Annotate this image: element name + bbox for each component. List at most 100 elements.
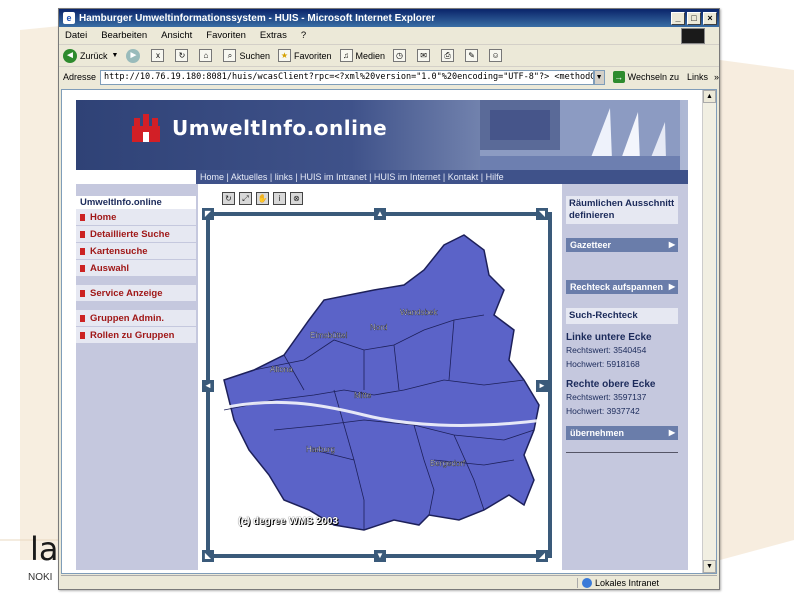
edit-icon: ✎	[465, 49, 479, 62]
info-icon[interactable]: i	[273, 192, 286, 205]
map-frame[interactable]: Wandsbek Eimsbüttel Nord Altona Mitte Ha…	[206, 212, 552, 558]
menu-extras[interactable]: Extras	[260, 30, 287, 41]
go-arrow-icon: →	[612, 71, 625, 83]
minimize-button[interactable]: _	[671, 11, 685, 25]
pan-northeast-icon[interactable]: ◥	[536, 208, 548, 220]
huis-page: UmweltInfo.online Home | Aktuelles | lin…	[76, 100, 688, 570]
media-label: Medien	[355, 50, 386, 61]
pan-south-icon[interactable]: ▼	[374, 550, 386, 562]
scroll-up-icon[interactable]: ▲	[703, 90, 716, 103]
search-panel: Räumlichen Ausschnitt definieren Gazette…	[566, 196, 678, 453]
window-title: Hamburger Umweltinformationssystem - HUI…	[79, 12, 436, 24]
pan-southwest-icon[interactable]: ◣	[202, 550, 214, 562]
toolbar: ◄ Zurück ▼ ► x ↻ ⌂ ⌕ Suchen ★ Favoriten …	[59, 45, 719, 67]
links-expand-icon[interactable]: »	[714, 72, 719, 82]
nav-item-roles-to-groups[interactable]: Rollen zu Gruppen	[76, 327, 196, 344]
refresh-icon: ↻	[175, 49, 189, 62]
banner-photo	[480, 100, 680, 170]
media-button[interactable]: ♫ Medien	[339, 49, 386, 62]
top-navigation[interactable]: Home | Aktuelles | links | HUIS im Intra…	[196, 170, 688, 184]
span-rectangle-button[interactable]: Rechteck aufspannen	[566, 280, 678, 294]
menu-help[interactable]: ?	[301, 30, 306, 41]
media-icon: ♫	[339, 49, 353, 62]
menu-bearbeiten[interactable]: Bearbeiten	[101, 30, 147, 41]
leftnav-group-admin: Gruppen Admin. Rollen zu Gruppen	[76, 310, 196, 344]
apply-button[interactable]: übernehmen	[566, 426, 678, 440]
address-label: Adresse	[63, 72, 97, 82]
star-icon: ★	[277, 49, 291, 62]
left-navigation: UmweltInfo.online Home Detaillierte Such…	[76, 196, 196, 352]
map-toolbar: ↻ ⤢ ✋ i ⊗	[222, 192, 307, 205]
pan-northwest-icon[interactable]: ◤	[202, 208, 214, 220]
gazetteer-button[interactable]: Gazetteer	[566, 238, 678, 252]
menu-datei[interactable]: Datei	[65, 30, 87, 41]
url-dropdown-icon[interactable]: ▼	[593, 69, 605, 85]
url-input[interactable]: http://10.76.19.180:8081/huis/wcasClient…	[100, 69, 594, 85]
leftnav-group-main: Home Detaillierte Suche Kartensuche Ausw…	[76, 209, 196, 277]
map-label-eimsbuettel: Eimsbüttel	[310, 331, 348, 340]
mail-button[interactable]: ✉	[417, 49, 433, 62]
scroll-down-icon[interactable]: ▼	[703, 560, 716, 573]
search-icon: ⌕	[223, 49, 237, 62]
zoom-extent-icon[interactable]: ⤢	[239, 192, 252, 205]
pan-north-icon[interactable]: ▲	[374, 208, 386, 220]
pan-hand-icon[interactable]: ✋	[256, 192, 269, 205]
address-bar: Adresse http://10.76.19.180:8081/huis/wc…	[59, 67, 719, 87]
menu-favoriten[interactable]: Favoriten	[206, 30, 246, 41]
map-label-mitte: Mitte	[354, 391, 372, 400]
history-icon: ◷	[393, 49, 407, 62]
menu-ansicht[interactable]: Ansicht	[161, 30, 192, 41]
panel-divider	[566, 452, 678, 453]
map-area: ↻ ⤢ ✋ i ⊗ Wandsbek Eimsbüttel Nord Alton…	[198, 184, 562, 570]
map-label-altona: Altona	[270, 365, 293, 374]
stop-button[interactable]: x	[151, 49, 167, 62]
back-button[interactable]: ◄ Zurück ▼	[63, 48, 119, 63]
refresh-button[interactable]: ↻	[175, 49, 191, 62]
nav-item-service-display[interactable]: Service Anzeige	[76, 285, 196, 302]
map-copyright: (c) degree WMS 2003	[238, 516, 339, 527]
pan-southeast-icon[interactable]: ◢	[536, 550, 548, 562]
map-label-harburg: Harburg	[306, 445, 335, 454]
messenger-button[interactable]: ☺	[489, 49, 505, 62]
clear-icon[interactable]: ⊗	[290, 192, 303, 205]
forward-arrow-icon: ►	[126, 48, 141, 63]
page-viewport: UmweltInfo.online Home | Aktuelles | lin…	[61, 89, 717, 574]
slide-footer-text: NOKI	[28, 572, 53, 583]
edit-button[interactable]: ✎	[465, 49, 481, 62]
refresh-map-icon[interactable]: ↻	[222, 192, 235, 205]
hamburg-district-map[interactable]: Wandsbek Eimsbüttel Nord Altona Mitte Ha…	[214, 220, 544, 550]
search-button[interactable]: ⌕ Suchen	[223, 49, 270, 62]
upper-right-heading: Rechte obere Ecke	[566, 379, 656, 390]
windows-logo-icon	[681, 27, 705, 44]
print-button[interactable]: ⎙	[441, 49, 457, 62]
back-dropdown-icon[interactable]: ▼	[112, 52, 119, 59]
nav-spacer	[76, 170, 196, 184]
search-label: Suchen	[239, 50, 270, 61]
home-button[interactable]: ⌂	[199, 49, 215, 62]
nav-item-detailed-search[interactable]: Detaillierte Suche	[76, 226, 196, 243]
nav-item-home[interactable]: Home	[76, 209, 196, 226]
map-label-bergedorf: Bergedorf	[430, 459, 466, 468]
go-button[interactable]: → Wechseln zu	[612, 71, 679, 83]
ie-logo-icon: e	[63, 12, 75, 24]
pan-east-icon[interactable]: ►	[536, 380, 548, 392]
title-bar[interactable]: e Hamburger Umweltinformationssystem - H…	[59, 9, 719, 27]
favorites-button[interactable]: ★ Favoriten	[277, 49, 332, 62]
maximize-button[interactable]: □	[687, 11, 701, 25]
upper-right-northing: Hochwert: 3937742	[566, 406, 640, 416]
messenger-icon: ☺	[489, 49, 503, 62]
pan-west-icon[interactable]: ◄	[202, 380, 214, 392]
lower-left-northing: Hochwert: 5918168	[566, 359, 640, 369]
forward-button[interactable]: ►	[126, 48, 143, 63]
vertical-scrollbar[interactable]: ▲ ▼	[702, 90, 716, 573]
nav-item-selection[interactable]: Auswahl	[76, 260, 196, 277]
favorites-label: Favoriten	[293, 50, 332, 61]
nav-item-group-admin[interactable]: Gruppen Admin.	[76, 310, 196, 327]
leftnav-group-service: Service Anzeige	[76, 285, 196, 302]
back-label: Zurück	[80, 50, 108, 61]
close-button[interactable]: ×	[703, 11, 717, 25]
history-button[interactable]: ◷	[393, 49, 409, 62]
links-button[interactable]: Links	[687, 72, 708, 82]
search-rectangle-heading: Such-Rechteck	[566, 308, 678, 324]
nav-item-map-search[interactable]: Kartensuche	[76, 243, 196, 260]
